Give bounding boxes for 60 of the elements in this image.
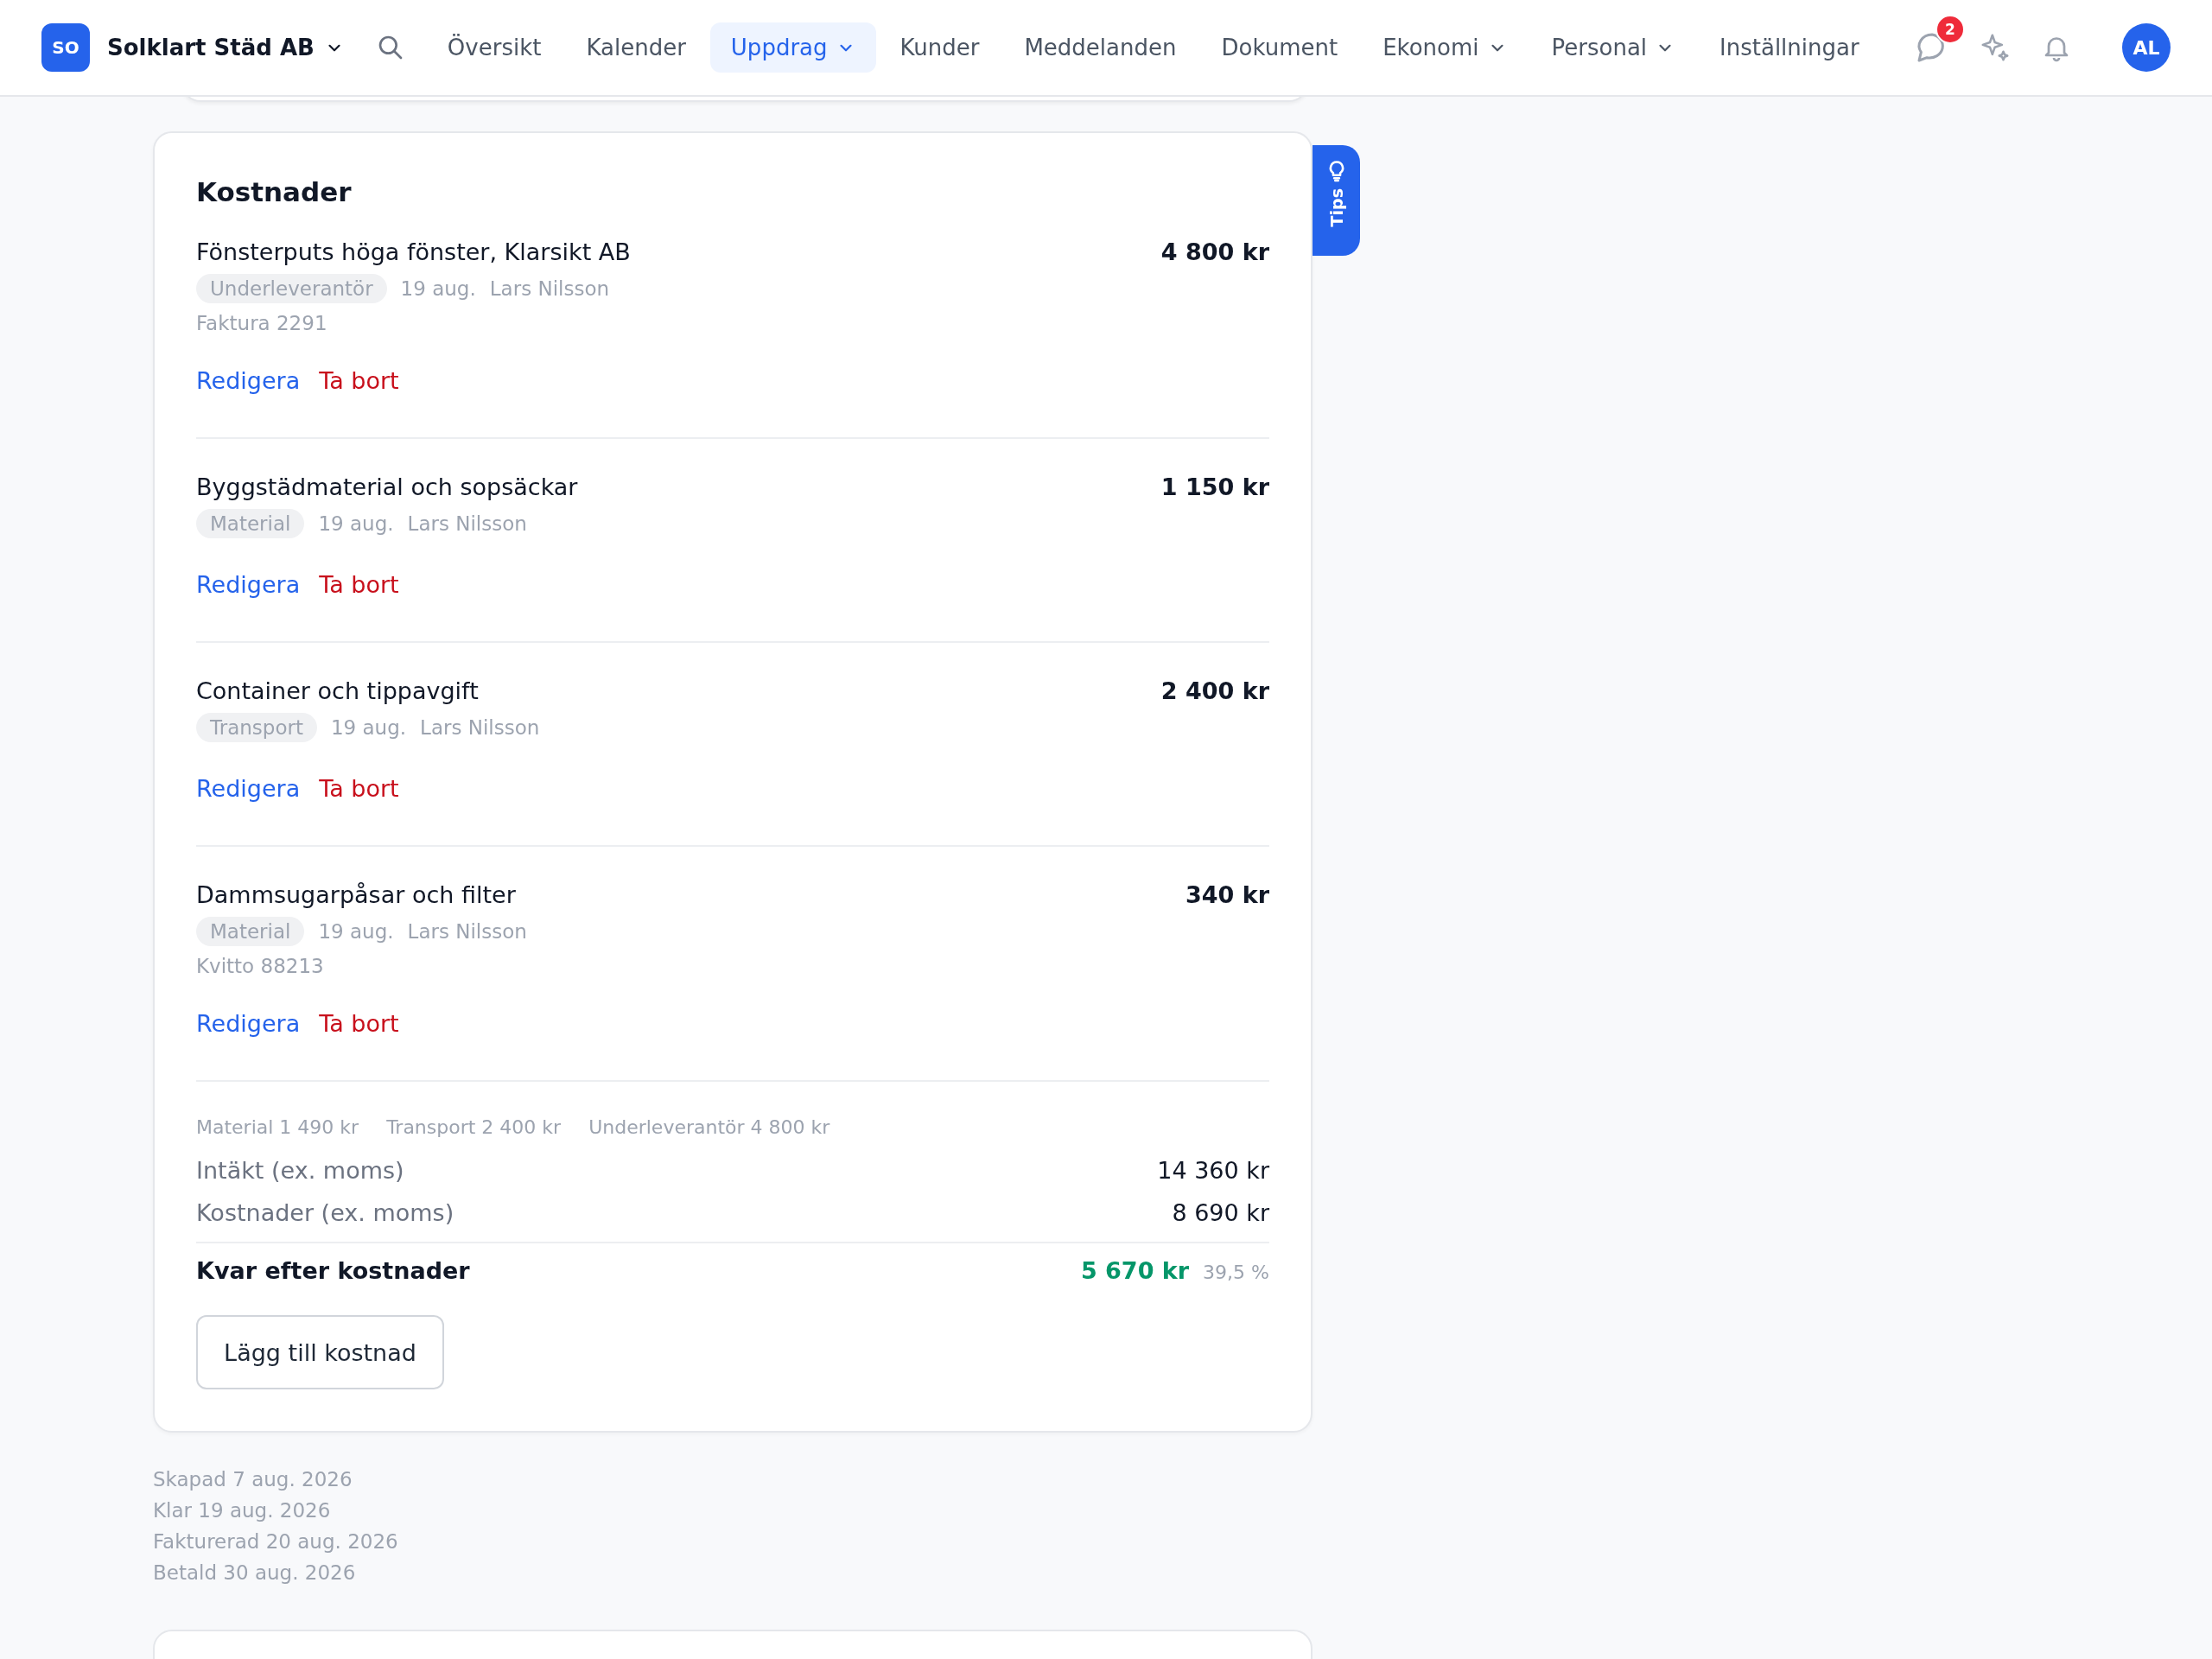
- cost-date: 19 aug.: [400, 277, 476, 300]
- nav-tab[interactable]: Personal: [1530, 22, 1696, 73]
- cost-title: Byggstädmaterial och sopsäckar: [196, 474, 578, 500]
- cost-title: Dammsugarpåsar och filter: [196, 881, 516, 908]
- summary-value: 14 360 kr: [1157, 1157, 1269, 1184]
- delete-link[interactable]: Ta bort: [319, 571, 399, 598]
- summary-value: 8 690 kr: [1172, 1199, 1269, 1226]
- result-label: Kvar efter kostnader: [196, 1257, 470, 1284]
- company-logo[interactable]: SO: [41, 23, 90, 72]
- timeline-entry: Skapad 7 aug. 2026: [153, 1467, 353, 1492]
- delete-link[interactable]: Ta bort: [319, 367, 399, 394]
- timeline-entry: Betald 30 aug. 2026: [153, 1560, 357, 1586]
- cost-date: 19 aug.: [330, 716, 407, 739]
- company-switcher[interactable]: Solklart Städ AB: [107, 35, 344, 60]
- cost-date: 19 aug.: [318, 512, 394, 535]
- nav-tab[interactable]: Översikt: [426, 22, 563, 73]
- category-tag: Material: [196, 509, 305, 538]
- cost-person: Lars Nilsson: [489, 277, 610, 300]
- nav-tab[interactable]: Ekonomi: [1362, 22, 1528, 73]
- timeline-entry: Fakturerad 20 aug. 2026: [153, 1529, 399, 1554]
- edit-link[interactable]: Redigera: [196, 775, 301, 802]
- edit-link[interactable]: Redigera: [196, 571, 301, 598]
- nav-tab[interactable]: Kunder: [879, 22, 1001, 73]
- cost-person: Lars Nilsson: [420, 716, 540, 739]
- summary-label: Intäkt (ex. moms): [196, 1157, 404, 1184]
- cost-note: Kvitto 88213: [196, 955, 325, 977]
- delete-link[interactable]: Ta bort: [319, 1010, 399, 1037]
- timeline-entry: Klar 19 aug. 2026: [153, 1498, 332, 1523]
- cost-amount: 340 kr: [1185, 881, 1269, 908]
- tips-tab[interactable]: Tips: [1313, 145, 1360, 256]
- result-value: 5 670 kr: [1080, 1257, 1190, 1284]
- delete-link[interactable]: Ta bort: [319, 775, 399, 802]
- cost-amount: 4 800 kr: [1160, 238, 1269, 265]
- add-cost-button[interactable]: Lägg till kostnad: [196, 1315, 444, 1389]
- cost-note: Faktura 2291: [196, 312, 328, 334]
- summary-label: Kostnader (ex. moms): [196, 1199, 454, 1226]
- category-tag: Transport: [196, 713, 317, 742]
- edit-link[interactable]: Redigera: [196, 367, 301, 394]
- nav-tab[interactable]: Dokument: [1200, 22, 1359, 73]
- nav-tab[interactable]: Kalender: [565, 22, 707, 73]
- category-tag: Material: [196, 917, 305, 946]
- notification-badge: 2: [1936, 15, 1965, 44]
- section-title: Kostnader: [196, 176, 353, 207]
- nav-tab[interactable]: Meddelanden: [1003, 22, 1198, 73]
- cost-person: Lars Nilsson: [407, 512, 527, 535]
- category-total: Underleverantör 4 800 kr: [588, 1116, 830, 1138]
- result-percent: 39,5 %: [1203, 1262, 1269, 1283]
- nav-tab[interactable]: Inställningar: [1699, 22, 1880, 73]
- cost-amount: 1 150 kr: [1160, 474, 1269, 500]
- nav-tab[interactable]: Uppdrag: [709, 22, 876, 73]
- user-avatar[interactable]: AL: [2122, 23, 2171, 72]
- category-total: Material 1 490 kr: [196, 1116, 359, 1138]
- cost-date: 19 aug.: [318, 920, 394, 943]
- edit-link[interactable]: Redigera: [196, 1010, 301, 1037]
- cost-person: Lars Nilsson: [407, 920, 527, 943]
- cost-title: Fönsterputs höga fönster, Klarsikt AB: [196, 238, 631, 265]
- cost-title: Container och tippavgift: [196, 677, 479, 704]
- cost-amount: 2 400 kr: [1160, 677, 1269, 704]
- category-tag: Underleverantör: [196, 274, 387, 303]
- category-total: Transport 2 400 kr: [386, 1116, 562, 1138]
